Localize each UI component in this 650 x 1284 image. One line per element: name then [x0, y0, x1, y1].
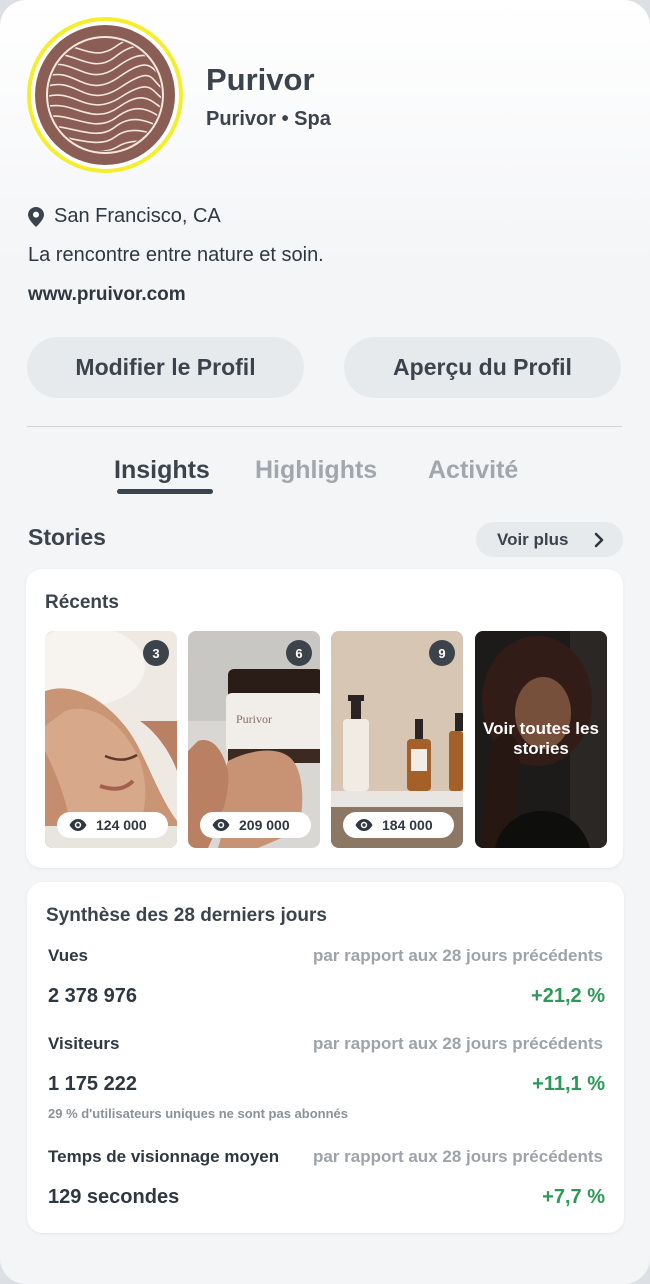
metric-delta: +7,7 %	[542, 1186, 605, 1208]
tab-highlights[interactable]: Highlights	[255, 456, 377, 485]
eye-icon	[69, 819, 87, 831]
svg-text:Purivor: Purivor	[236, 712, 272, 726]
active-tab-indicator	[117, 489, 213, 494]
views-count: 184 000	[382, 817, 433, 833]
tab-insights[interactable]: Insights	[114, 456, 210, 485]
eye-icon	[212, 819, 230, 831]
views-count: 124 000	[96, 817, 147, 833]
story-count-badge: 9	[429, 640, 455, 666]
metric-compare: par rapport aux 28 jours précédents	[312, 1147, 603, 1166]
tab-activity[interactable]: Activité	[428, 456, 518, 485]
metric-label: Visiteurs	[48, 1034, 120, 1053]
metric-compare: par rapport aux 28 jours précédents	[312, 1034, 603, 1053]
divider	[27, 426, 622, 427]
website-link[interactable]: www.pruivor.com	[28, 284, 186, 306]
story-count-badge: 6	[286, 640, 312, 666]
recents-title: Récents	[45, 592, 119, 613]
summary-title: Synthèse des 28 derniers jours	[46, 905, 327, 926]
metric-label: Temps de visionnage moyen	[48, 1147, 280, 1166]
metric-compare: par rapport aux 28 jours précédents	[312, 946, 603, 965]
profile-subtitle: Purivor • Spa	[206, 108, 331, 130]
wavy-lines-logo-icon	[35, 25, 175, 165]
see-all-stories-tile[interactable]: Voir toutes les stories	[475, 631, 607, 848]
story-thumbnail[interactable]: 3 124 000	[45, 631, 177, 848]
location-text: San Francisco, CA	[54, 205, 221, 227]
story-count-badge: 3	[143, 640, 169, 666]
location-pin-icon	[28, 206, 44, 227]
views-count: 209 000	[239, 817, 290, 833]
metric-value: 2 378 976	[48, 985, 137, 1007]
metric-label: Vues	[48, 946, 89, 965]
views-pill: 184 000	[343, 812, 454, 838]
profile-screen: Purivor Purivor • Spa San Francisco, CA …	[0, 0, 650, 1284]
see-more-label: Voir plus	[497, 529, 569, 549]
edit-profile-button[interactable]: Modifier le Profil	[27, 337, 304, 398]
story-thumbnail[interactable]: 9 184 000	[331, 631, 463, 848]
see-more-button[interactable]: Voir plus	[476, 522, 623, 557]
metric-value: 1 175 222	[48, 1073, 137, 1095]
metric-delta: +21,2 %	[531, 985, 605, 1007]
chevron-right-icon	[594, 532, 604, 548]
profile-bio: La rencontre entre nature et soin.	[28, 244, 324, 266]
profile-name: Purivor	[206, 62, 315, 97]
preview-profile-button[interactable]: Aperçu du Profil	[344, 337, 621, 398]
avatar[interactable]	[27, 17, 183, 173]
see-all-stories-label: Voir toutes les stories	[483, 719, 599, 758]
eye-icon	[355, 819, 373, 831]
metric-value: 129 secondes	[48, 1186, 180, 1208]
metric-delta: +11,1 %	[532, 1073, 605, 1095]
views-pill: 209 000	[200, 812, 311, 838]
views-pill: 124 000	[57, 812, 168, 838]
stories-title: Stories	[28, 524, 106, 550]
location: San Francisco, CA	[28, 205, 221, 228]
recent-stories-card: Récents 3 124 000 Purivor 6 209 000 9 18…	[26, 569, 623, 868]
story-thumbnail[interactable]: Purivor 6 209 000	[188, 631, 320, 848]
summary-card: Synthèse des 28 derniers jours Vues par …	[27, 882, 624, 1233]
metric-note: 29 % d'utilisateurs uniques ne sont pas …	[48, 1106, 348, 1121]
